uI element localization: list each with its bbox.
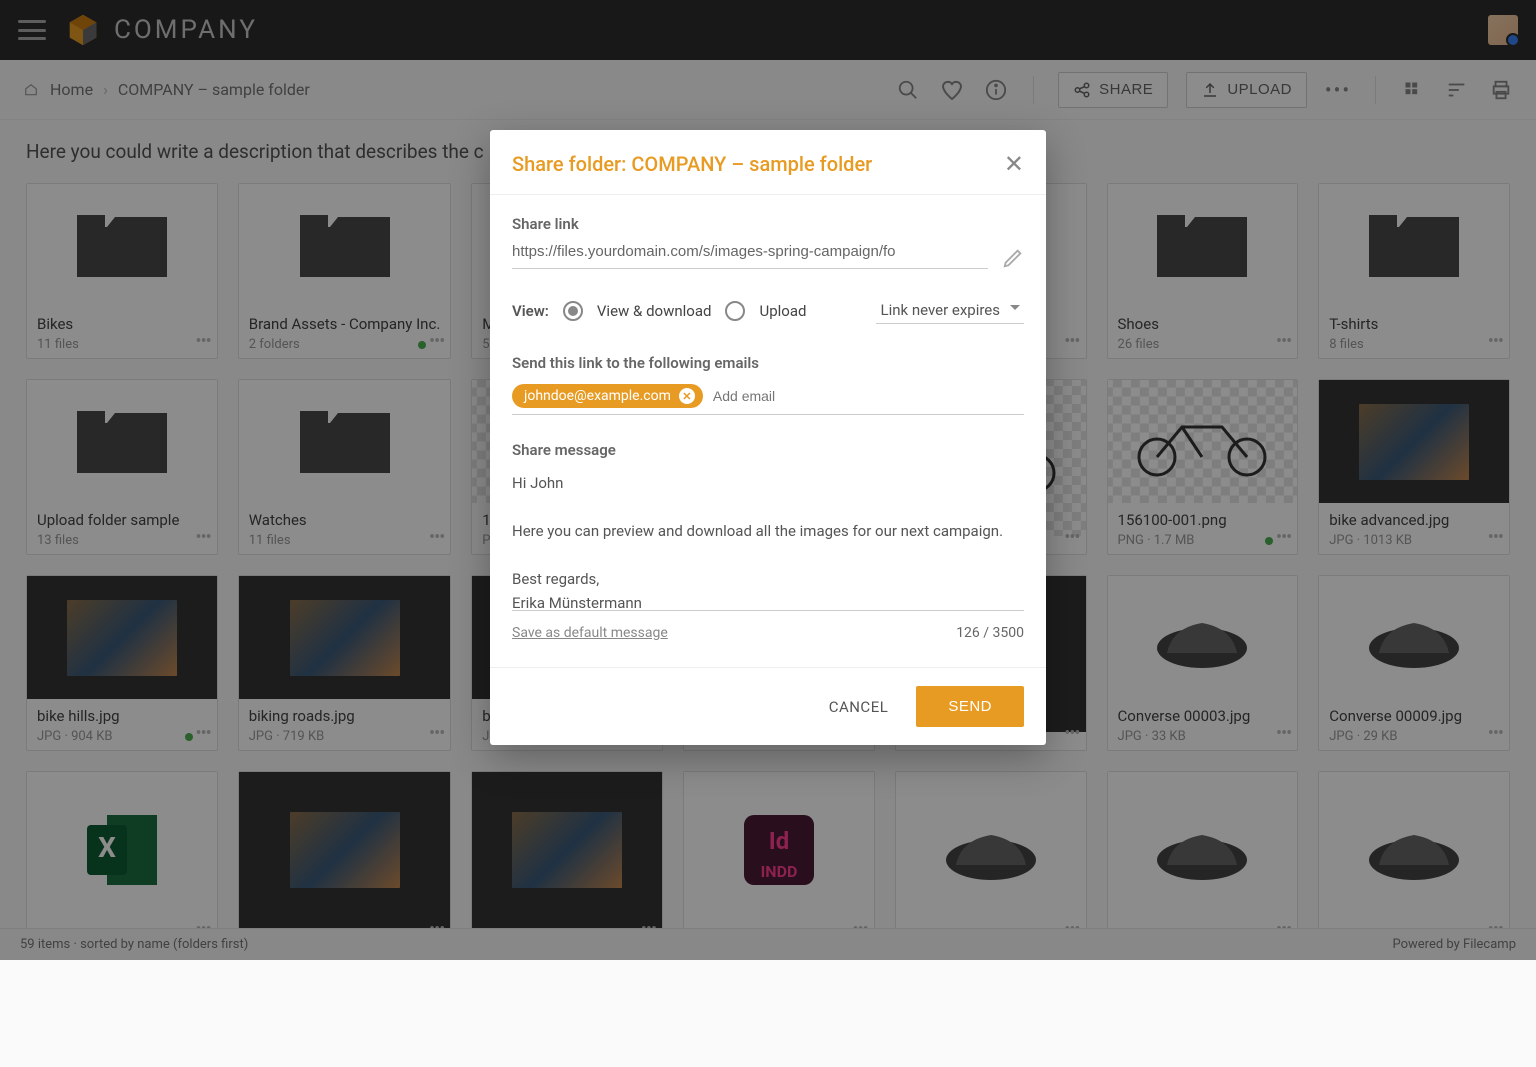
message-textarea[interactable] <box>512 471 1024 611</box>
email-chip: johndoe@example.com ✕ <box>512 384 703 408</box>
expiry-select[interactable]: Link never expires <box>876 297 1024 324</box>
view-label: View: <box>512 302 549 320</box>
edit-icon[interactable] <box>1002 247 1024 269</box>
emails-label: Send this link to the following emails <box>512 354 1024 372</box>
cancel-button[interactable]: CANCEL <box>829 698 889 716</box>
chip-remove-icon[interactable]: ✕ <box>679 388 695 404</box>
radio-view-download[interactable] <box>563 301 583 321</box>
add-email-input[interactable] <box>713 388 1024 404</box>
email-chip-text: johndoe@example.com <box>524 388 671 404</box>
share-link-label: Share link <box>512 215 1024 233</box>
char-counter: 126 / 3500 <box>956 625 1024 641</box>
share-modal: Share folder: COMPANY – sample folder ✕ … <box>490 130 1046 745</box>
radio-view-download-label: View & download <box>597 302 712 320</box>
modal-title: Share folder: COMPANY – sample folder <box>512 152 872 176</box>
share-link-input[interactable] <box>512 237 988 269</box>
radio-upload-label: Upload <box>759 302 806 320</box>
close-icon[interactable]: ✕ <box>1004 150 1024 178</box>
radio-upload[interactable] <box>725 301 745 321</box>
send-button[interactable]: SEND <box>916 686 1024 727</box>
message-label: Share message <box>512 441 1024 459</box>
save-default-link[interactable]: Save as default message <box>512 625 668 641</box>
